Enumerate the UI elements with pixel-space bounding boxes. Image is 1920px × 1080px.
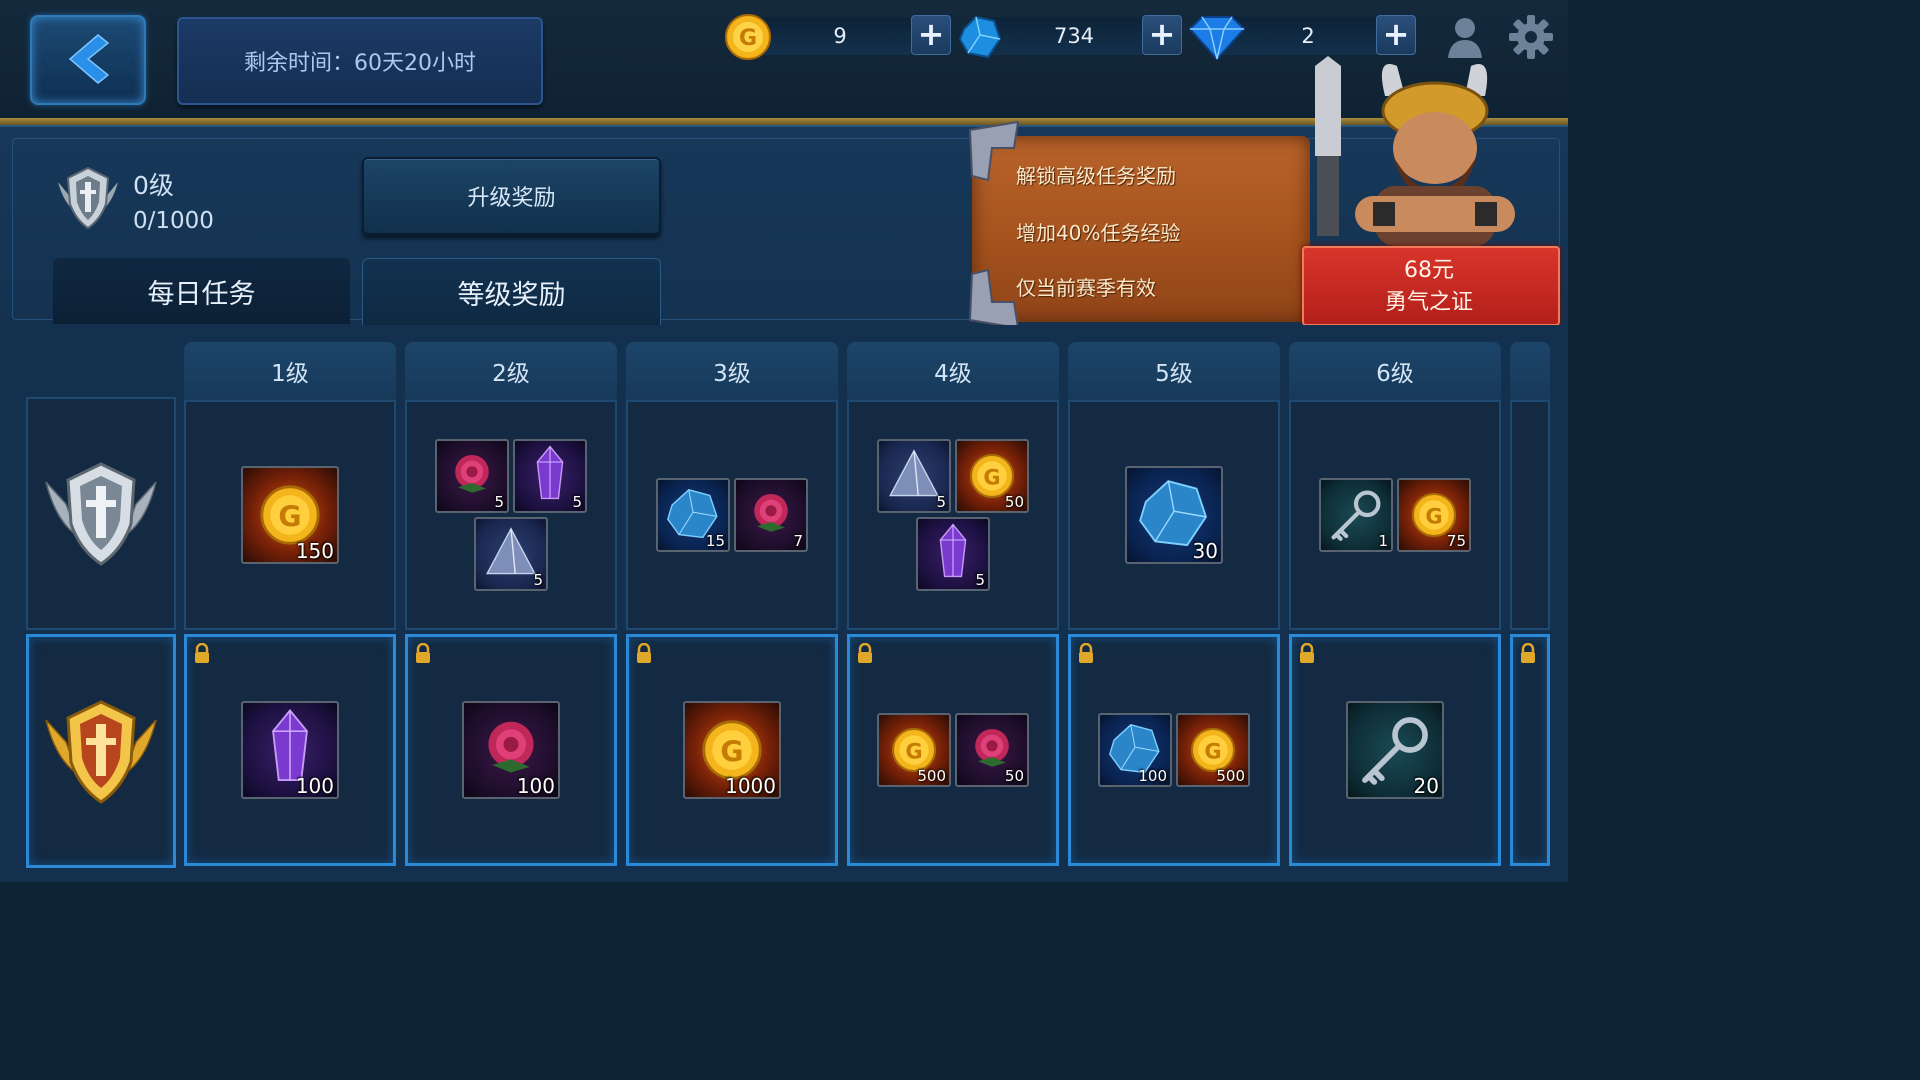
promo-line-1: 解锁高级任务奖励 [1016,164,1176,188]
reward-count: 50 [1004,767,1024,785]
reward-count: 75 [1446,532,1466,550]
lock-icon [1299,642,1315,663]
free-reward-cell[interactable] [405,400,617,630]
back-arrow-icon [68,34,110,84]
lock-icon [857,642,873,663]
reward-count: 20 [1413,774,1439,798]
reward-count: 5 [936,493,946,511]
reward-count: 5 [572,493,582,511]
reward-count: 15 [705,532,725,550]
reward-count: 5 [494,493,504,511]
diamond-amount: 2 [1301,24,1315,48]
reward-count: 1000 [725,774,776,798]
tab-daily-tasks[interactable]: 每日任务 [53,258,350,324]
free-reward-item[interactable]: 5 [877,439,951,513]
settings-gear-icon[interactable] [1508,14,1554,60]
upgrade-reward-button[interactable]: 升级奖励 [362,157,661,235]
pass-price: 68元 [1404,258,1454,283]
svg-text:G: G [983,465,1000,489]
promo-line-2: 增加40%任务经验 [1016,221,1181,245]
add-diamond-button[interactable]: + [1376,15,1416,55]
level-header: 6级 [1289,342,1501,400]
reward-count: 100 [516,774,555,798]
add-gold-button[interactable]: + [911,15,951,55]
premium-reward-item[interactable]: G 1000 [683,701,781,799]
level-header: 4级 [847,342,1059,400]
free-reward-cell-partial [1510,400,1550,630]
svg-text:G: G [1425,504,1442,528]
reward-count: 500 [1216,767,1245,785]
svg-text:G: G [905,739,922,763]
free-reward-item[interactable]: G 75 [1397,478,1471,552]
svg-text:G: G [739,26,757,51]
premium-reward-item[interactable]: G 500 [1176,713,1250,787]
premium-reward-item[interactable]: 100 [462,701,560,799]
premium-reward-item[interactable]: 100 [241,701,339,799]
sign-metal-brackets [968,120,1020,330]
gold-coin-icon: G [725,14,771,60]
free-reward-item[interactable]: 1 [1319,478,1393,552]
gold-amount: 9 [833,24,847,48]
add-gem-button[interactable]: + [1142,15,1182,55]
viking-hero-illustration [1315,56,1515,246]
free-reward-item[interactable]: 15 [656,478,730,552]
premium-reward-item[interactable]: 100 [1098,713,1172,787]
svg-text:G: G [1204,739,1221,763]
reward-count: 1 [1378,532,1388,550]
level-header: 1级 [184,342,396,400]
reward-count: 7 [793,532,803,550]
back-button[interactable] [30,15,146,105]
reward-count: 150 [295,539,334,563]
free-reward-item[interactable]: 5 [435,439,509,513]
lock-icon [194,642,210,663]
reward-count: 100 [1138,767,1167,785]
season-timer: 剩余时间：60天20小时 [177,17,543,105]
free-reward-item[interactable]: G 50 [955,439,1029,513]
premium-reward-item[interactable]: G 500 [877,713,951,787]
free-reward-item[interactable]: 5 [916,517,990,591]
premium-reward-item[interactable]: 50 [955,713,1029,787]
silver-rank-badge-icon [58,166,118,230]
pass-name: 勇气之证 [1384,290,1473,315]
lock-icon [636,642,652,663]
promo-line-3: 仅当前赛季有效 [1016,276,1156,300]
reward-count: 5 [533,571,543,589]
reward-count: 500 [917,767,946,785]
level-header-partial [1510,342,1550,400]
diamond-icon [1188,16,1246,61]
free-reward-item[interactable]: 30 [1125,466,1223,564]
tab-level-rewards[interactable]: 等级奖励 [362,258,661,325]
lock-icon [415,642,431,663]
level-header: 5级 [1068,342,1280,400]
player-exp: 0/1000 [133,208,214,234]
profile-icon[interactable] [1446,16,1484,58]
premium-reward-cell-partial [1510,634,1550,866]
free-reward-item[interactable]: G 150 [241,466,339,564]
level-header: 2级 [405,342,617,400]
free-reward-cell[interactable] [847,400,1059,630]
lock-icon [1078,642,1094,663]
gold-tier-badge-icon [45,700,157,804]
reward-count: 50 [1004,493,1024,511]
reward-count: 5 [975,571,985,589]
svg-text:G: G [720,735,743,768]
free-reward-item[interactable]: 5 [513,439,587,513]
level-header: 3级 [626,342,838,400]
svg-text:G: G [278,500,301,533]
free-reward-item[interactable]: 5 [474,517,548,591]
reward-count: 30 [1192,539,1218,563]
blue-gem-icon [958,15,1002,59]
free-reward-item[interactable]: 7 [734,478,808,552]
gem-amount: 734 [1053,24,1095,48]
premium-reward-item[interactable]: 20 [1346,701,1444,799]
player-level: 0级 [133,171,174,200]
reward-count: 100 [295,774,334,798]
silver-tier-badge-icon [45,462,157,566]
lock-icon [1520,642,1536,663]
